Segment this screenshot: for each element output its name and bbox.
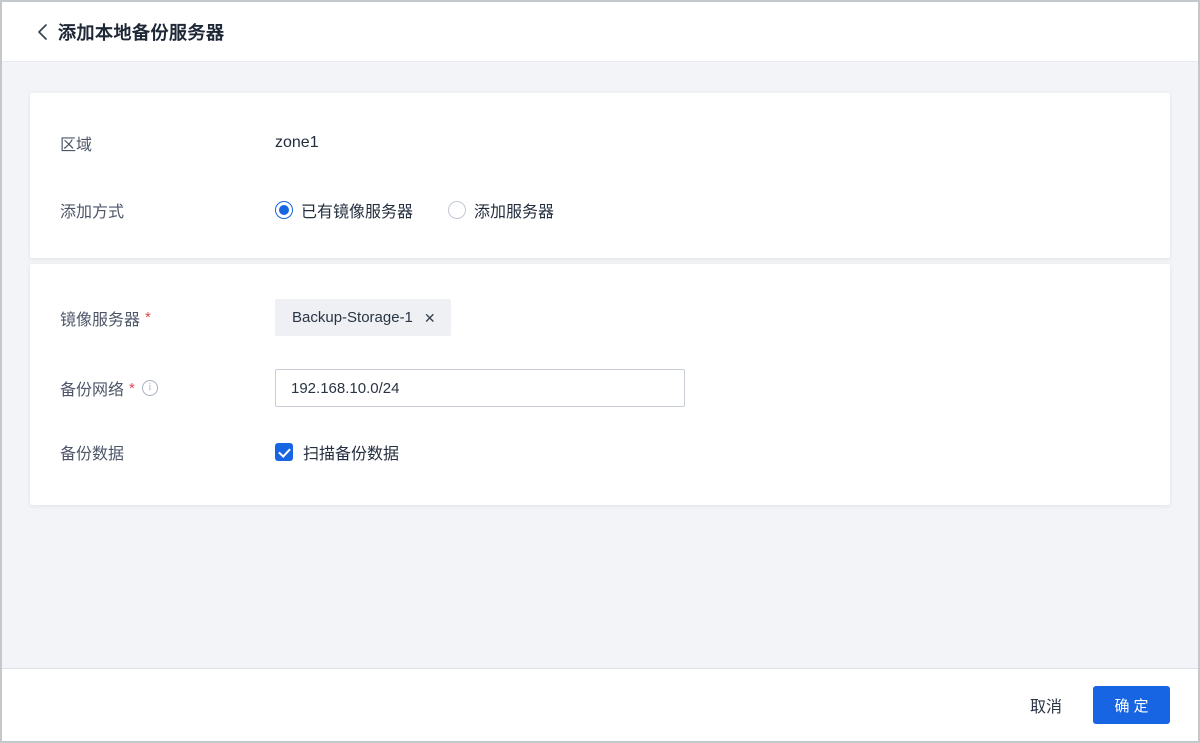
chevron-left-icon: [37, 23, 47, 40]
add-local-backup-server-page: 添加本地备份服务器 区域 zone1 添加方式 已有镜像服务器 添加服务器 镜像…: [0, 0, 1200, 743]
backup-network-input[interactable]: [275, 369, 685, 407]
zone-row: 区域 zone1: [60, 131, 1140, 155]
backup-network-label: 备份网络 * i: [60, 376, 275, 400]
scan-backup-data-checkbox[interactable]: 扫描备份数据: [275, 440, 399, 464]
confirm-button[interactable]: 确定: [1093, 686, 1170, 724]
radio-existing-image-server[interactable]: 已有镜像服务器: [275, 198, 413, 222]
required-asterisk: *: [145, 309, 151, 326]
cancel-button[interactable]: 取消: [1030, 693, 1062, 717]
backup-network-label-text: 备份网络: [60, 382, 125, 399]
page-header: 添加本地备份服务器: [2, 2, 1198, 62]
radio-existing-image-server-label: 已有镜像服务器: [301, 204, 414, 221]
add-mode-label: 添加方式: [60, 204, 125, 221]
basic-settings-card: 区域 zone1 添加方式 已有镜像服务器 添加服务器: [30, 93, 1170, 258]
image-server-tag: Backup-Storage-1 ✕: [275, 299, 451, 336]
image-server-label-text: 镜像服务器: [60, 311, 141, 329]
add-mode-row: 添加方式 已有镜像服务器 添加服务器: [60, 198, 1140, 222]
add-mode-radio-group: 已有镜像服务器 添加服务器: [275, 198, 554, 222]
radio-unselected-icon: [448, 201, 467, 219]
radio-selected-icon: [275, 201, 293, 219]
radio-add-server-label: 添加服务器: [474, 204, 555, 221]
form-content: 区域 zone1 添加方式 已有镜像服务器 添加服务器 镜像服务器 * Back…: [2, 62, 1198, 668]
zone-value: zone1: [275, 134, 319, 151]
image-server-label: 镜像服务器 *: [60, 306, 275, 330]
scan-backup-data-checkbox-label: 扫描备份数据: [303, 446, 400, 463]
required-asterisk: *: [129, 379, 135, 397]
image-server-row: 镜像服务器 * Backup-Storage-1 ✕: [60, 299, 1140, 336]
backup-data-row: 备份数据 扫描备份数据: [60, 440, 1140, 464]
server-settings-card: 镜像服务器 * Backup-Storage-1 ✕ 备份网络 * i 备份数据: [30, 264, 1170, 505]
page-title: 添加本地备份服务器: [58, 22, 225, 43]
page-footer: 取消 确定: [2, 668, 1198, 741]
zone-label: 区域: [60, 137, 93, 154]
back-button[interactable]: [32, 20, 52, 44]
info-icon[interactable]: i: [141, 380, 158, 396]
backup-data-label: 备份数据: [60, 446, 125, 463]
image-server-tag-text: Backup-Storage-1: [292, 309, 413, 326]
radio-add-server[interactable]: 添加服务器: [448, 198, 554, 222]
backup-network-row: 备份网络 * i: [60, 369, 1140, 407]
tag-remove-icon[interactable]: ✕: [424, 311, 436, 325]
checkbox-checked-icon: [275, 443, 293, 461]
